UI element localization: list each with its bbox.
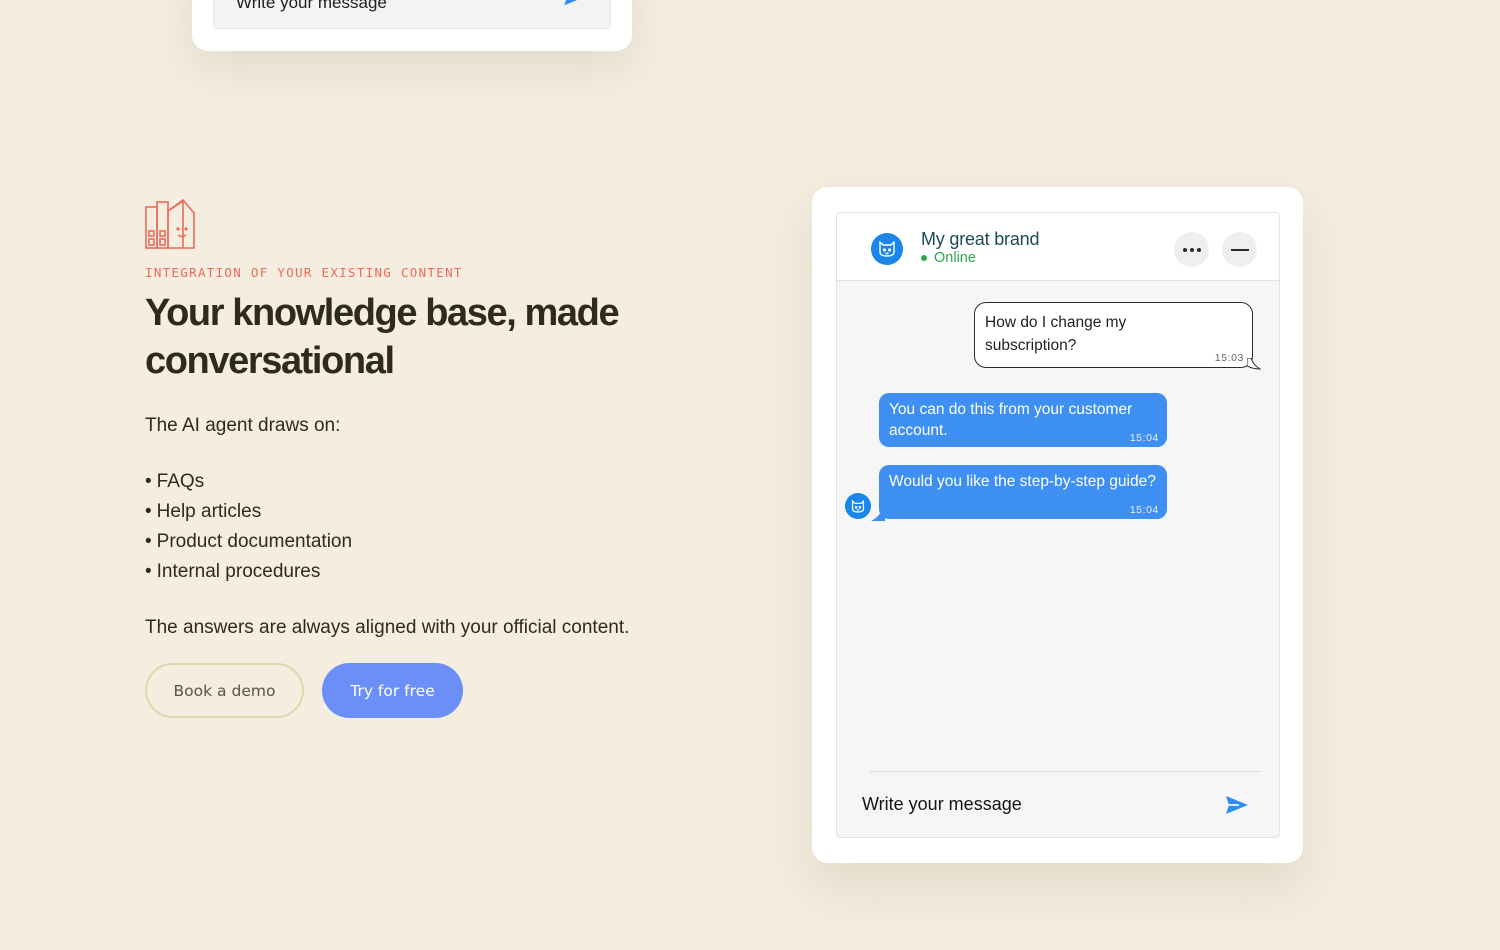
status-dot-icon bbox=[921, 255, 927, 261]
chat-widget: My great brand Online How do I change my… bbox=[836, 212, 1280, 838]
list-item: Help articles bbox=[145, 497, 705, 527]
message-text: How do I change my subscription? bbox=[985, 314, 1127, 354]
list-item: FAQs bbox=[145, 467, 705, 497]
source-list: FAQs Help articles Product documentation… bbox=[145, 467, 705, 587]
feature-section: INTEGRATION OF YOUR EXISTING CONTENT You… bbox=[145, 199, 705, 718]
message-time: 15:04 bbox=[1129, 504, 1159, 516]
minimize-icon bbox=[1230, 248, 1249, 251]
bot-message: You can do this from your customer accou… bbox=[879, 393, 1167, 447]
list-item: Product documentation bbox=[145, 527, 705, 557]
section-closing: The answers are always aligned with your… bbox=[145, 617, 630, 638]
user-message: How do I change my subscription? 15:03 bbox=[974, 302, 1261, 370]
chat-header: My great brand Online bbox=[837, 213, 1279, 281]
bubble-tail bbox=[871, 511, 885, 521]
section-intro: The AI agent draws on: bbox=[145, 415, 341, 436]
minimize-button[interactable] bbox=[1222, 232, 1257, 267]
bubble-tail bbox=[1247, 358, 1261, 370]
list-item: Internal procedures bbox=[145, 557, 705, 587]
message-time: 15:03 bbox=[1214, 352, 1244, 364]
cat-face-icon bbox=[851, 499, 865, 513]
brand-avatar bbox=[871, 233, 903, 265]
chat-widget-card: My great brand Online How do I change my… bbox=[812, 187, 1303, 863]
message-composer: Write your message bbox=[837, 771, 1279, 837]
section-headline: Your knowledge base, made conversational bbox=[145, 292, 620, 382]
message-text: Would you like the step-by-step guide? bbox=[889, 473, 1156, 490]
bot-message: Would you like the step-by-step guide? 1… bbox=[871, 465, 1167, 521]
previous-chat-widget: Write your message bbox=[192, 0, 632, 51]
cta-buttons: Book a demo Try for free bbox=[145, 663, 705, 718]
section-eyebrow: INTEGRATION OF YOUR EXISTING CONTENT bbox=[145, 265, 463, 280]
message-input-placeholder: Write your message bbox=[236, 0, 387, 12]
more-options-button[interactable] bbox=[1174, 232, 1209, 267]
message-input[interactable]: Write your message bbox=[213, 0, 611, 29]
divider bbox=[870, 771, 1261, 772]
status-label: Online bbox=[934, 250, 976, 266]
message-text: You can do this from your customer accou… bbox=[889, 401, 1133, 439]
try-free-button[interactable]: Try for free bbox=[322, 663, 463, 718]
bot-avatar bbox=[845, 493, 871, 519]
book-demo-button[interactable]: Book a demo bbox=[145, 663, 304, 718]
brand-name: My great brand bbox=[921, 229, 1040, 249]
library-books-icon bbox=[145, 199, 195, 249]
message-time: 15:04 bbox=[1129, 432, 1159, 444]
cat-face-icon bbox=[879, 241, 895, 257]
send-icon[interactable] bbox=[1225, 795, 1249, 815]
send-icon[interactable] bbox=[560, 0, 584, 6]
more-dots-icon bbox=[1182, 247, 1201, 252]
online-status: Online bbox=[921, 250, 976, 266]
message-input[interactable]: Write your message bbox=[862, 794, 1022, 815]
